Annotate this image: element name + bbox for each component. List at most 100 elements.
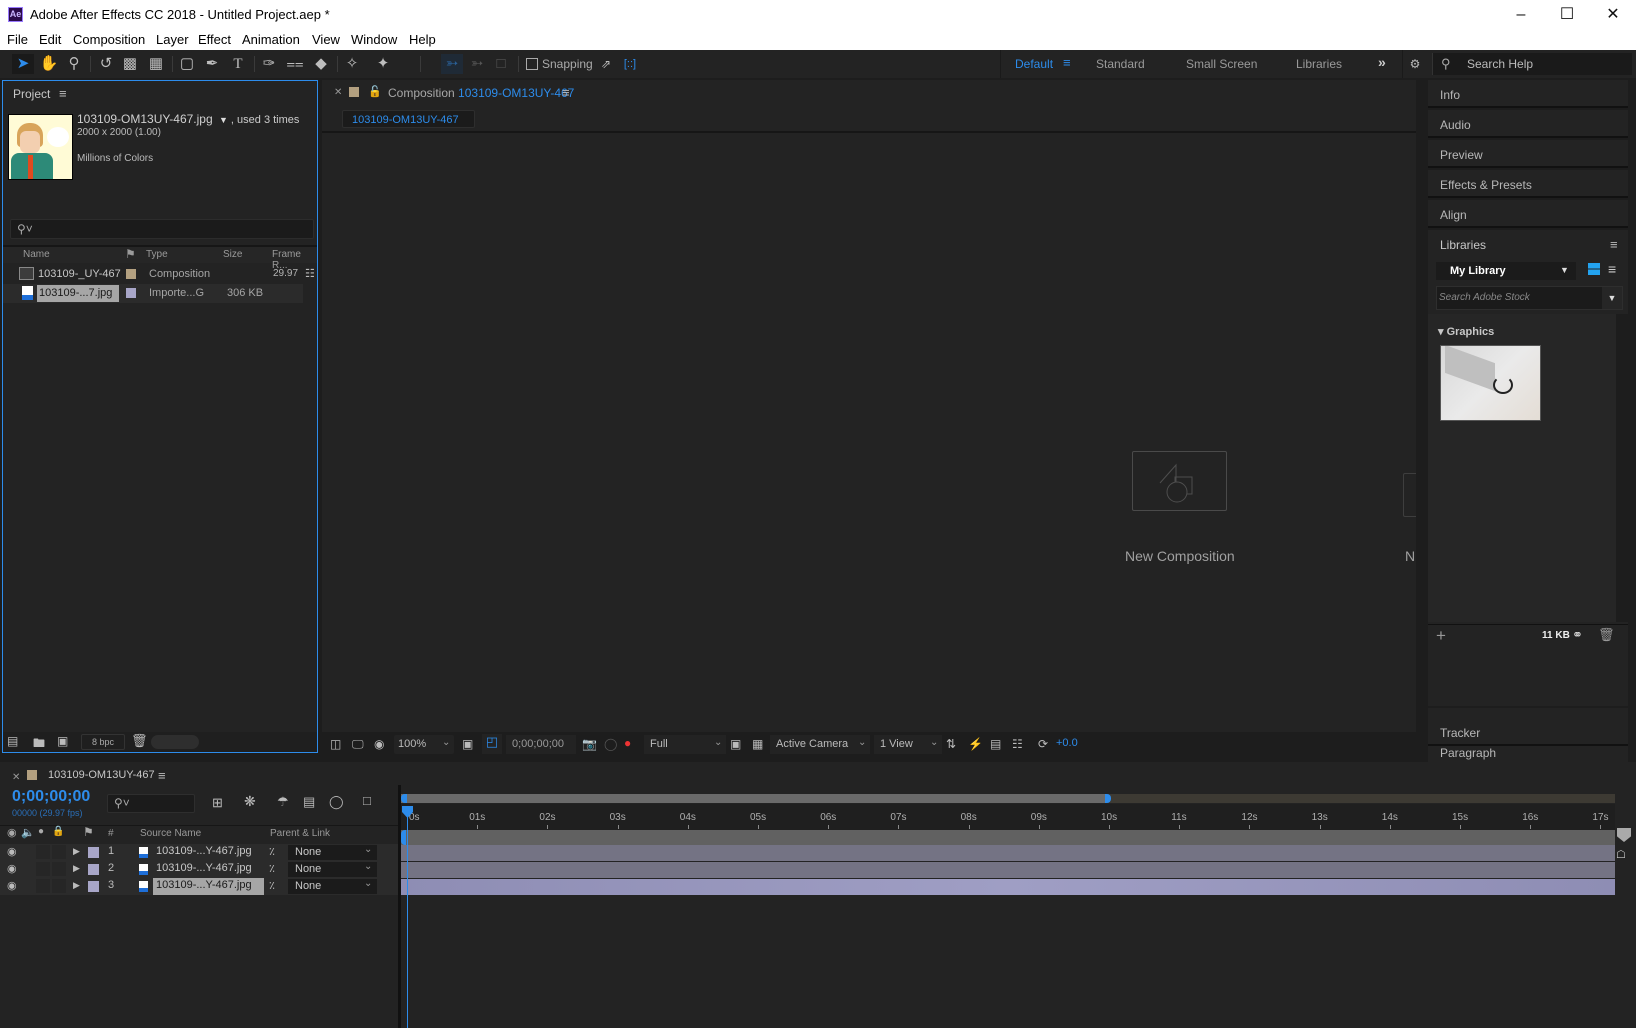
creative-cloud-icon[interactable]: ⚭ [1572,627,1583,643]
layer-duration-bar[interactable] [401,845,1615,861]
navigator-start-handle[interactable] [401,794,407,803]
column-parent-link[interactable]: Parent & Link [270,828,330,839]
close-tab-icon[interactable]: ✕ [12,772,20,783]
interpret-footage-icon[interactable]: ▤ [7,734,18,748]
selection-tool-icon[interactable]: ➤ [12,54,34,74]
eye-visibility-icon[interactable]: ◉ [7,862,17,875]
new-composition-button[interactable] [1132,451,1227,511]
eraser-tool-icon[interactable]: ◆ [310,54,332,74]
mask-visibility-icon[interactable]: ◉ [374,737,384,751]
workspace-default[interactable]: Default [1015,57,1053,71]
layer-source-name[interactable]: 103109-...Y-467.jpg [156,879,252,891]
grid-view-icon[interactable] [1588,263,1600,275]
toggle-pixel-aspect-icon[interactable]: ⇅ [946,737,956,751]
expand-triangle-icon[interactable]: ▶ [73,880,80,891]
flowchart-icon[interactable]: ☷ [305,267,315,280]
composition-mini-flowchart-icon[interactable]: ⊞ [212,795,223,811]
snapshot-icon[interactable]: 📷 [582,737,597,751]
timeline-icon[interactable]: ▤ [990,737,1001,751]
zoom-tool-icon[interactable]: ⚲ [63,54,85,74]
comp-end-marker[interactable] [1617,828,1631,842]
monitor-icon[interactable]: 🖵 [352,737,364,752]
camera-tool-icon[interactable]: ▩ [119,54,141,74]
menu-layer[interactable]: Layer [156,32,189,47]
search-scope-dropdown[interactable]: ▼ [1602,287,1622,309]
channels-icon[interactable]: ● [624,736,631,750]
timeline-tab[interactable]: 103109-OM13UY-467 [48,769,155,781]
column-source-name[interactable]: Source Name [140,828,201,839]
project-item-row[interactable]: 103109-...7.jpg Importe...G 306 KB [3,284,303,303]
lock-switch[interactable] [52,879,66,893]
info-panel[interactable]: Info [1428,80,1628,108]
eye-visibility-icon[interactable]: ◉ [7,845,17,858]
magnification-dropdown[interactable]: 100% ⌄ [394,735,454,754]
draft-3d-icon[interactable]: ❋ [244,793,256,810]
workspace-small-screen[interactable]: Small Screen [1186,57,1257,71]
rectangle-tool-icon[interactable]: ▢ [176,54,198,74]
timeline-search-input[interactable]: ⚲˅ [107,794,195,813]
close-button[interactable]: ✕ [1590,0,1636,30]
label-color-swatch[interactable] [88,864,99,875]
composition-viewer[interactable]: New Composition N [322,133,1416,732]
workspace-libraries[interactable]: Libraries [1296,57,1342,71]
pick-whip-icon[interactable]: ٪ [269,845,275,858]
panel-menu-icon[interactable]: ≡ [562,85,570,100]
pan-behind-tool-icon[interactable]: ▦ [145,54,167,74]
flowchart-icon[interactable]: ☷ [1012,737,1023,751]
lock-switch[interactable] [52,845,66,859]
camera-dropdown[interactable]: Active Camera ⌄ [770,735,870,754]
layer-source-name[interactable]: 103109-...Y-467.jpg [156,862,252,874]
column-type[interactable]: Type [146,249,168,260]
playhead-line[interactable] [407,814,408,1028]
pen-tool-icon[interactable]: ✒ [201,54,223,74]
panel-menu-icon[interactable]: ≡ [158,768,166,783]
fit-region-icon[interactable]: ▣ [462,737,473,751]
reset-exposure-icon[interactable]: ⟳ [1038,737,1048,751]
composition-tab[interactable]: Composition 103109-OM13UY-467 [388,86,574,100]
snap-edges-icon[interactable]: ⇗ [595,54,617,74]
transparency-grid-icon[interactable]: ◰ [482,734,502,754]
lock-icon[interactable]: 🔓 [368,85,382,98]
column-name[interactable]: Name [23,249,50,260]
exposure-value[interactable]: +0.0 [1056,737,1078,749]
layer-duration-bar[interactable] [401,879,1615,895]
project-tab[interactable]: Project [13,87,50,101]
time-ruler[interactable]: 0s 01s 02s 03s 04s 05s 06s 07s 08s 09s 10s 11s 12s 13… [401,804,1615,830]
checkerboard-icon[interactable]: ▦ [752,737,763,751]
workspace-standard[interactable]: Standard [1096,57,1145,71]
project-search-input[interactable]: ⚲˅ [10,219,314,239]
view-layout-dropdown[interactable]: 1 View ⌄ [874,735,942,754]
puppet-pin-tool-icon[interactable]: ✦ [372,54,394,74]
show-snapshot-icon[interactable]: ◯ [604,737,617,751]
menu-edit[interactable]: Edit [39,32,61,47]
region-of-interest-icon[interactable]: ▣ [730,737,741,751]
maximize-button[interactable]: ☐ [1544,0,1590,30]
trash-icon[interactable]: 🗑 [1598,627,1615,643]
menu-window[interactable]: Window [351,32,397,47]
thumbnail-size-slider[interactable] [151,735,199,749]
new-composition-label[interactable]: New Composition [1125,548,1235,564]
menu-composition[interactable]: Composition [73,32,145,47]
fast-previews-icon[interactable]: ⚡ [968,737,983,751]
new-comp-from-footage-label[interactable]: N [1405,548,1415,564]
new-composition-icon[interactable]: ▣ [57,734,68,748]
work-area-start-handle[interactable] [401,830,406,845]
current-time-field[interactable]: 0;00;00;00 [506,735,576,754]
label-color-swatch[interactable] [88,881,99,892]
library-selector[interactable]: My Library ▼ [1436,262,1576,280]
search-adobe-stock-input[interactable]: Search Adobe Stock ▼ [1436,286,1623,310]
local-axis-mode-icon[interactable]: ➳ [441,54,463,74]
tracker-panel-label[interactable]: Tracker [1428,718,1628,746]
panel-menu-icon[interactable]: ≡ [1610,237,1618,252]
workspace-menu-icon[interactable]: ≡ [1063,55,1071,70]
panel-menu-icon[interactable]: ≡ [59,86,67,101]
snapping-checkbox[interactable] [526,58,538,70]
type-tool-icon[interactable]: T [227,54,249,74]
column-size[interactable]: Size [223,249,242,260]
comp-navigator-tab[interactable]: 103109-OM13UY-467 [342,110,475,128]
clone-stamp-tool-icon[interactable]: ⩵ [284,54,306,74]
label-tag-icon[interactable]: ⚑ [125,247,136,261]
preview-panel[interactable]: Preview [1428,140,1628,168]
layer-row[interactable]: ◉ ▶ 3 103109-...Y-467.jpg ٪ None ⌄ [0,878,398,895]
hand-tool-icon[interactable]: ✋ [38,54,60,74]
